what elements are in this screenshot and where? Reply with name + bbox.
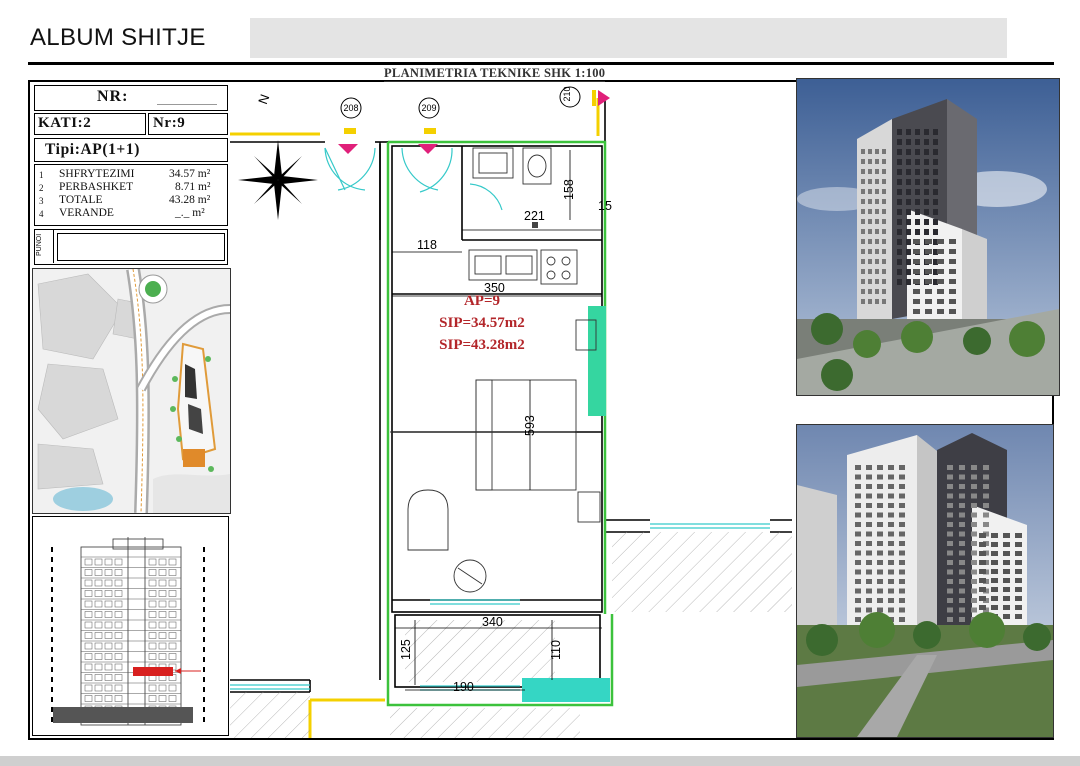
row-idx: 3 — [39, 196, 44, 206]
building-render-top — [796, 78, 1060, 396]
dim-118: 118 — [417, 238, 437, 252]
punoi-box: PUNOI — [34, 229, 228, 265]
tipi-box: Tipi:AP(1+1) — [34, 138, 228, 162]
apartment-area-net: SIP=34.57m2 — [439, 315, 525, 331]
north-label: N — [255, 92, 272, 106]
row-label: SHFRYTEZIMI — [59, 168, 135, 180]
row-idx: 1 — [39, 170, 44, 180]
nr-label: NR: — [97, 88, 129, 105]
section-drawing — [32, 516, 229, 736]
dim-190: 190 — [453, 680, 474, 694]
dim-221: 221 — [524, 209, 545, 223]
nr-box: NR: — [34, 85, 228, 111]
row-value: 8.71 m² — [175, 181, 211, 193]
dim-110: 110 — [549, 640, 563, 660]
dim-15: 15 — [598, 199, 612, 213]
area-table: 1 SHFRYTEZIMI 34.57 m² 2 PERBASHKET 8.71… — [34, 164, 228, 226]
render-top-svg — [797, 79, 1059, 395]
grid-marker-209: 209 — [421, 103, 436, 113]
section-svg — [51, 537, 205, 726]
apartment-number: AP=9 — [464, 293, 500, 309]
row-value: _._ m² — [175, 207, 205, 219]
row-label: PERBASHKET — [59, 181, 134, 193]
row-label: TOTALE — [59, 194, 103, 206]
apt-nr-box: Nr:9 — [148, 113, 228, 135]
dim-158: 158 — [562, 179, 576, 200]
punoi-field — [57, 233, 225, 261]
row-value: 34.57 m² — [169, 168, 211, 180]
site-plan-drawing — [33, 269, 230, 513]
apt-nr-label: Nr:9 — [153, 115, 186, 131]
kati-label: KATI:2 — [38, 115, 92, 131]
bottom-strip — [0, 756, 1080, 766]
row-idx: 2 — [39, 183, 44, 193]
building-render-bottom — [796, 424, 1054, 738]
kati-box: KATI:2 — [34, 113, 146, 135]
dim-340: 340 — [482, 615, 503, 629]
row-label: VERANDE — [59, 207, 114, 219]
row-idx: 4 — [39, 209, 44, 219]
header-rule — [28, 62, 1054, 65]
title-bar — [250, 18, 1007, 58]
punoi-label: PUNOI — [36, 233, 43, 256]
tipi-label: Tipi:AP(1+1) — [45, 141, 140, 158]
punoi-label-cell: PUNOI — [35, 230, 54, 263]
floor-plan: N 208 209 210 158 15 221 118 350 593 340… — [230, 86, 792, 738]
row-value: 43.28 m² — [169, 194, 211, 206]
album-title: ALBUM SHITJE — [30, 24, 206, 51]
dim-125: 125 — [399, 639, 413, 660]
site-plan-image — [32, 268, 231, 514]
nr-underline — [157, 104, 217, 105]
dim-593: 593 — [523, 415, 537, 436]
compass-rose-icon — [238, 140, 318, 220]
grid-marker-210: 210 — [562, 86, 572, 101]
grid-marker-208: 208 — [343, 103, 358, 113]
render-bottom-svg — [797, 425, 1053, 737]
apartment-area-gross: SIP=43.28m2 — [439, 337, 525, 353]
